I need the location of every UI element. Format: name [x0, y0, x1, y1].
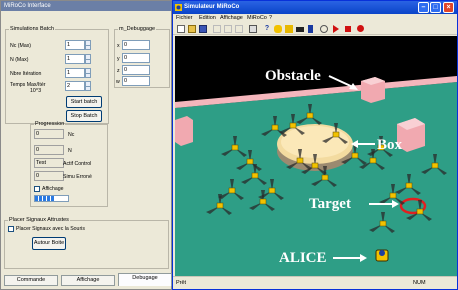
- progress-test-field: Test: [34, 158, 64, 168]
- minimize-icon[interactable]: –: [418, 2, 429, 13]
- mouse-signals-checkbox[interactable]: [8, 226, 14, 232]
- iterations-spinner[interactable]: [85, 68, 91, 78]
- new-file-icon[interactable]: [177, 25, 185, 33]
- active-control-label: Actif Control: [63, 161, 92, 167]
- progress-bar: [34, 195, 69, 202]
- progress-n-label: N: [68, 148, 72, 154]
- cut-icon[interactable]: [213, 25, 221, 33]
- simulation-viewport[interactable]: Obstacle Box Target ALICE: [175, 36, 457, 276]
- open-folder-icon[interactable]: [188, 25, 196, 33]
- record-icon[interactable]: [357, 25, 364, 32]
- window-title: MiRoCo Interface: [1, 1, 173, 11]
- time-exponent-label: 10^3: [30, 88, 42, 94]
- floor: [175, 82, 457, 276]
- obstacle-tool-icon[interactable]: [296, 27, 304, 32]
- target-label: Target: [309, 196, 351, 212]
- x-label: x: [117, 43, 120, 49]
- progress-nc-label: Nc: [68, 132, 75, 138]
- box-label: Box: [377, 137, 403, 153]
- save-icon[interactable]: [199, 25, 207, 33]
- print-icon[interactable]: [249, 25, 257, 33]
- toolbar: ?: [173, 23, 457, 35]
- app-icon: [175, 4, 182, 11]
- menu-help[interactable]: ?: [269, 14, 272, 23]
- tab-commande[interactable]: Commande: [4, 275, 58, 286]
- mouse-signals-label: Placer Signaux avec la Souris: [16, 226, 85, 232]
- window-title: Simulateur MiRoCo: [184, 4, 240, 10]
- help-icon[interactable]: ?: [263, 25, 271, 33]
- iterations-input[interactable]: 1: [65, 68, 85, 78]
- paste-icon[interactable]: [235, 25, 243, 33]
- alice-label: ALICE: [279, 250, 327, 266]
- obstacle-label: Obstacle: [265, 68, 321, 84]
- display-checkbox[interactable]: [34, 186, 40, 192]
- zoom-icon[interactable]: [320, 25, 328, 33]
- copy-icon[interactable]: [224, 25, 232, 33]
- box-tool-icon[interactable]: [285, 25, 293, 33]
- alice-robot: [375, 249, 389, 262]
- n-max-label: N (Max): [10, 57, 29, 63]
- w-label: w: [116, 79, 120, 85]
- miroco-interface-window: MiRoCo Interface Simulations Batch Nc (M…: [0, 0, 173, 290]
- signals-group: Placer Signaux Attrustes: [4, 217, 169, 269]
- tab-debugage[interactable]: Debugage: [118, 273, 172, 286]
- nc-max-label: Nc (Max): [10, 43, 32, 49]
- group-legend: Simulations Batch: [10, 26, 55, 32]
- signal-tool-icon[interactable]: [308, 25, 313, 33]
- progress-nc-field: 0: [34, 129, 64, 139]
- progress-bar-fill: [35, 196, 55, 201]
- around-box-button[interactable]: Autour Boite: [32, 237, 66, 250]
- stop-icon[interactable]: [345, 26, 351, 32]
- menu-affichage[interactable]: Affichage: [220, 14, 243, 23]
- n-max-spinner[interactable]: [85, 54, 91, 64]
- menu-bar: Fichier Edition Affichage MiRoCo ?: [173, 14, 457, 23]
- group-legend: Placer Signaux Attrustes: [9, 217, 69, 223]
- close-icon[interactable]: ×: [443, 2, 454, 13]
- sim-error-label: Simu Erroné: [63, 174, 92, 180]
- z-label: z: [117, 68, 120, 74]
- status-text: Prêt: [176, 280, 187, 286]
- start-batch-button[interactable]: Start batch: [66, 96, 102, 108]
- menu-fichier[interactable]: Fichier: [176, 14, 193, 23]
- window-title-bar: Simulateur MiRoCo – □ ×: [173, 1, 457, 14]
- y-label: y: [117, 56, 120, 62]
- obstacle-block: [361, 77, 385, 103]
- time-max-input[interactable]: 2: [65, 81, 85, 91]
- menu-miroco[interactable]: MiRoCo: [247, 14, 267, 23]
- tab-affichage[interactable]: Affichage: [61, 275, 115, 286]
- group-legend: Progression: [35, 121, 65, 127]
- iterations-label: Nbre Itération: [10, 71, 42, 77]
- n-max-input[interactable]: 1: [65, 54, 85, 64]
- display-label: Affichage: [42, 186, 64, 192]
- nc-max-input[interactable]: 1: [65, 40, 85, 50]
- simulation-scene: Obstacle Box Target ALICE: [175, 36, 457, 276]
- maximize-icon[interactable]: □: [430, 2, 441, 13]
- z-input[interactable]: 0: [122, 65, 150, 75]
- play-icon[interactable]: [333, 25, 339, 33]
- progress-sim-field: 0: [34, 171, 64, 181]
- num-lock-indicator: NUM: [413, 280, 426, 286]
- simulator-window: Simulateur MiRoCo – □ × Fichier Edition …: [172, 0, 458, 290]
- y-input[interactable]: 0: [122, 53, 150, 63]
- w-input[interactable]: 0: [122, 76, 150, 86]
- status-bar: Prêt NUM: [173, 276, 457, 290]
- progress-n-field: 0: [34, 145, 64, 155]
- time-max-spinner[interactable]: [85, 81, 91, 91]
- menu-edition[interactable]: Edition: [199, 14, 216, 23]
- group-legend: m_Debuggage: [119, 26, 156, 32]
- nc-max-spinner[interactable]: [85, 40, 91, 50]
- robot-icon[interactable]: [274, 25, 282, 33]
- x-input[interactable]: 0: [122, 40, 150, 50]
- obstacle-block: [175, 116, 193, 146]
